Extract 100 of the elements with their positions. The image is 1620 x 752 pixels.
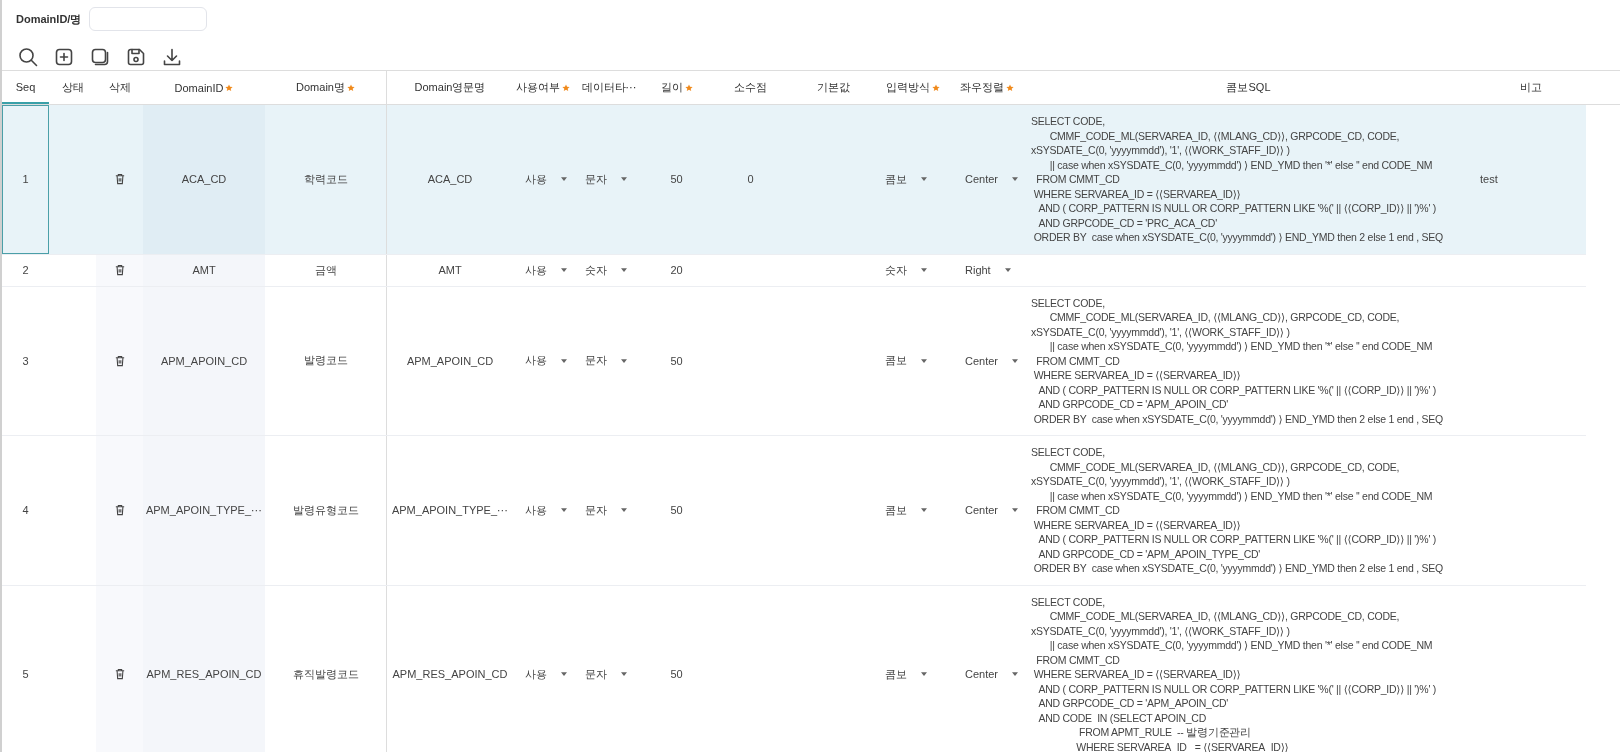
seq-number: 2 [22,264,29,276]
domain-id-text: APM_APOIN_CD [160,354,248,367]
trash-icon[interactable] [114,354,125,367]
input-type-dropdown[interactable]: 콤보 [885,502,927,518]
table-row[interactable]: 2 AMT 금액 AMT 사용 숫자 20 숫자 Right [2,254,1586,287]
usage-dropdown[interactable]: 사용 [525,353,567,369]
combo-sql-text: SELECT CODE, CMMF_CODE_ML(SERVAREA_ID, ⟨⟨MLANG_CD⟩⟩, GRPCODE_CD, CODE, xSYSDATE_C(0, 'yyyymmdd'), '1', ⟨⟨WORK_STAFF_ID⟩⟩ ) || case when xSYSDATE_C(0, 'yyyymmdd') ⟩ END_YMD then '*' else '' end CODE_NM FROM CMMT_CD WHERE SERVAREA_ID = ⟨⟨SERVAREA_ID⟩⟩ AND ( CORP_PATTERN IS NULL OR CORP_PATTERN LIKE '%(' || ⟨⟨CORP_ID⟩⟩ || ')%' ) AND GRPCODE_CD = 'APM_APOIN_CD' AND CODE IN (SELECT APOIN_CD FROM APMT_RULE -- 발령기준관리 WHERE SERVAREA_ID = ⟨⟨SERVAREA_ID⟩⟩ [1031,594,1437,752]
caret-icon [561,177,567,182]
column-header: 삭제 [108,80,131,95]
input-type-dropdown[interactable]: 숫자 [885,262,927,278]
length-text: 50 [670,354,683,367]
domain-id-text: APM_APOIN_TYPE_⋯ [145,503,263,517]
domain-english-name-text: APM_APOIN_CD [406,354,494,367]
input-type-dropdown[interactable]: 콤보 [885,171,927,187]
caret-icon [621,672,627,677]
decimal-text: 0 [747,173,754,186]
column-header: 상태 [61,80,84,95]
length-text: 20 [670,264,683,276]
caret-icon [921,672,927,677]
domain-id-text: AMT [192,264,216,276]
alignment-dropdown[interactable]: Center [965,173,1019,186]
column-header: 좌우정렬 [960,80,1004,95]
column-header: 기본값 [816,80,850,95]
data-type-dropdown[interactable]: 숫자 [585,262,627,278]
column-header: 입력방식 [886,80,930,95]
domain-name-text: 금액 [314,262,337,278]
alignment-dropdown[interactable]: Right [965,264,1011,276]
trash-icon[interactable] [114,264,125,276]
caret-icon [561,672,567,677]
combo-sql-text: SELECT CODE, CMMF_CODE_ML(SERVAREA_ID, ⟨⟨MLANG_CD⟩⟩, GRPCODE_CD, CODE, xSYSDATE_C(0, 'yyyymmdd'), '1', ⟨⟨WORK_STAFF_ID⟩⟩ ) || case when xSYSDATE_C(0, 'yyyymmdd') ⟩ END_YMD then '*' else '' end CODE_NM FROM CMMT_CD WHERE SERVAREA_ID = ⟨⟨SERVAREA_ID⟩⟩ AND ( CORP_PATTERN IS NULL OR CORP_PATTERN LIKE '%(' || ⟨⟨CORP_ID⟩⟩ || ')%' ) AND GRPCODE_CD = 'APM_APOIN_CD' ORDER BY case when xSYSDATE_C(0, 'yyyymmdd') ⟩ END_YMD then 2 else 1 end , SEQ [1031,295,1443,426]
data-type-dropdown[interactable]: 문자 [585,171,627,187]
length-text: 50 [670,504,683,517]
domain-english-name-text: AMT [438,264,462,276]
caret-icon [561,268,567,272]
trash-icon[interactable] [114,173,125,186]
copy-icon[interactable] [90,47,110,67]
alignment-dropdown[interactable]: Center [965,668,1019,681]
alignment-dropdown[interactable]: Center [965,354,1019,367]
caret-icon [1012,508,1019,513]
seq-number: 4 [22,504,29,517]
caret-icon [621,177,627,182]
add-icon[interactable] [54,47,74,67]
domain-name-text: 발령유형코드 [292,502,359,518]
caret-icon [621,358,627,363]
domain-search-field[interactable] [89,7,208,31]
caret-icon [621,508,627,513]
domain-english-name-text: ACA_CD [427,173,473,186]
column-header: 콤보SQL [1226,80,1271,95]
length-text: 50 [670,173,683,186]
caret-icon [921,358,927,363]
column-header: Domain영문명 [414,80,486,95]
remark-text: test [1480,173,1498,186]
domain-name-text: 학력코드 [303,171,348,187]
domain-english-name-text: APM_APOIN_TYPE_⋯ [391,503,509,517]
combo-sql-text: SELECT CODE, CMMF_CODE_ML(SERVAREA_ID, ⟨⟨MLANG_CD⟩⟩, GRPCODE_CD, CODE, xSYSDATE_C(0, 'yyyymmdd'), '1', ⟨⟨WORK_STAFF_ID⟩⟩ ) || case when xSYSDATE_C(0, 'yyyymmdd') ⟩ END_YMD then '*' else '' end CODE_NM FROM CMMT_CD WHERE SERVAREA_ID = ⟨⟨SERVAREA_ID⟩⟩ AND ( CORP_PATTERN IS NULL OR CORP_PATTERN LIKE '%(' || ⟨⟨CORP_ID⟩⟩ || ')%' ) AND GRPCODE_CD = 'PRC_ACA_CD' ORDER BY case when xSYSDATE_C(0, 'yyyymmdd') ⟩ END_YMD then 2 else 1 end , SEQ [1031,114,1443,245]
table-row[interactable] [2,436,1586,586]
search-icon[interactable] [18,47,38,67]
seq-number: 5 [22,668,29,681]
save-icon[interactable] [126,47,146,67]
data-type-dropdown[interactable]: 문자 [585,502,627,518]
caret-icon [561,358,567,363]
caret-icon [561,508,567,513]
usage-dropdown[interactable]: 사용 [525,262,567,278]
column-header: 소수점 [734,80,767,95]
input-type-dropdown[interactable]: 콤보 [885,353,927,369]
caret-icon [1012,177,1019,182]
usage-dropdown[interactable]: 사용 [525,502,567,518]
column-header: 데이터타⋯ [581,80,637,95]
column-header: Seq [15,80,36,93]
domain-name-text: 휴직발령코드 [292,666,359,682]
length-text: 50 [670,668,683,681]
caret-icon [921,508,927,513]
caret-icon [621,268,627,272]
table-row[interactable] [2,286,1586,436]
column-header: DomainID [174,81,224,94]
column-header: 길이 [660,80,683,95]
caret-icon [921,177,927,182]
domain-id-text: APM_RES_APOIN_CD [146,668,262,681]
caret-icon [1012,672,1019,677]
search-label: DomainID/명 [16,11,82,27]
column-header: 비고 [1520,80,1542,95]
column-header: Domain명 [296,80,345,95]
usage-dropdown[interactable]: 사용 [525,666,567,682]
trash-icon[interactable] [114,504,125,517]
data-type-dropdown[interactable]: 문자 [585,353,627,369]
download-icon[interactable] [162,47,182,67]
column-header: 사용여부 [516,80,560,95]
trash-icon[interactable] [114,668,125,681]
caret-icon [1012,358,1019,363]
caret-icon [921,268,927,272]
input-type-dropdown[interactable]: 콤보 [885,666,927,682]
seq-number: 1 [22,173,29,186]
domain-name-text: 발령코드 [303,353,348,369]
combo-sql-text: SELECT CODE, CMMF_CODE_ML(SERVAREA_ID, ⟨⟨MLANG_CD⟩⟩, GRPCODE_CD, CODE, xSYSDATE_C(0, 'yyyymmdd'), '1', ⟨⟨WORK_STAFF_ID⟩⟩ ) || case when xSYSDATE_C(0, 'yyyymmdd') ⟩ END_YMD then '*' else '' end CODE_NM FROM CMMT_CD WHERE SERVAREA_ID = ⟨⟨SERVAREA_ID⟩⟩ AND ( CORP_PATTERN IS NULL OR CORP_PATTERN LIKE '%(' || ⟨⟨CORP_ID⟩⟩ || ')%' ) AND GRPCODE_CD = 'APM_APOIN_TYPE_CD' ORDER BY case when xSYSDATE_C(0, 'yyyymmdd') ⟩ END_YMD then 2 else 1 end , SEQ [1031,445,1443,576]
seq-number: 3 [22,354,29,367]
domain-id-text: ACA_CD [181,173,227,186]
usage-dropdown[interactable]: 사용 [525,171,567,187]
alignment-dropdown[interactable]: Center [965,504,1019,517]
domain-english-name-text: APM_RES_APOIN_CD [392,668,508,681]
data-type-dropdown[interactable]: 문자 [585,666,627,682]
